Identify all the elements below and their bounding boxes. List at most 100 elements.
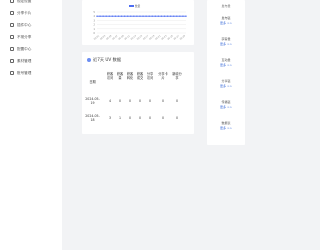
right-panel-item-name: 分享链 [221,79,231,83]
sidebar-item-label: 配置中心 [17,46,32,51]
uv-table-cell: 2024-05-18 [85,114,100,122]
uv-header-cell: 获客成交 [136,72,144,80]
trend-chart: 54321005-01 05-03 05-05 05-07 05-09 05-11 05-1… [93,10,187,41]
more-link[interactable]: 更多 >> [207,105,245,109]
right-panel-item: 数据表 更多 >> [207,121,245,130]
right-panel-item: 发布链 更多 >> [207,16,245,25]
data-point [130,15,132,17]
data-point [136,15,138,17]
uv-header-cell: 获客访问 [106,72,114,80]
right-panel-item-name: 传播链 [221,100,231,104]
data-point [114,15,117,17]
data-point [99,15,101,17]
uv-table-cell: 0 [161,116,165,120]
uv-table-cell: 0 [118,99,122,103]
right-panel-item-name: 数据表 [221,121,231,125]
data-point [142,15,144,17]
right-panel-item-name: 发布链 [221,16,231,20]
right-panel-item: 传播链 更多 >> [207,100,245,109]
data-point [108,15,110,17]
uv-table-cell: 0 [128,116,132,120]
right-panel-item: 分享链 更多 >> [207,79,245,88]
sidebar-item[interactable]: 规定设置 [10,0,31,5]
data-point [145,15,147,17]
uv-table-cell: 0 [148,99,152,103]
uv-table-cell: 0 [161,99,165,103]
data-point [133,15,135,17]
menu-icon [10,59,14,63]
uv-header-cell: 分享访问 [146,72,154,80]
data-point [105,15,107,17]
right-panel-top-text: 发布量 [221,4,231,8]
data-point [166,15,169,17]
sidebar-item[interactable]: 分享卡片 [10,9,31,17]
uv-header-cell: 获客转化 [126,72,134,80]
sidebar-item[interactable]: 素材管理 [10,57,31,65]
sidebar-item[interactable]: 插件中心 [10,21,31,29]
uv-title: 近7天 UV 数据 [87,57,121,63]
uv-card: 近7天 UV 数据 日期 获客访问 获客量 获客转化 获客成交 分享访问 分享卡片 新增分享 2… [82,52,194,134]
data-point [176,15,178,17]
data-point [182,15,184,17]
data-point [154,15,157,17]
uv-header-cell: 日期 [89,80,96,84]
right-panel-top: 发布量 [207,4,245,8]
sidebar-item-label: 素材管理 [17,58,32,63]
data-point [126,15,129,17]
uv-table-cell: 3 [108,116,112,120]
sidebar-item-label: 规定设置 [17,0,32,3]
y-tick-label: 4 [93,14,95,18]
uv-table-cell: 0 [138,116,142,120]
uv-table-cell: 0 [175,99,179,103]
sidebar-item-label: 插件中心 [17,22,32,27]
more-link[interactable]: 更多 >> [207,21,245,25]
menu-icon [10,0,14,3]
data-point [163,15,166,17]
uv-table-cell: 2024-05-19 [85,97,100,105]
uv-header-cell: 获客量 [116,72,124,80]
sidebar-item[interactable]: 账号管理 [10,69,31,77]
data-point [173,15,175,17]
y-tick-label: 3 [93,18,95,22]
data-point [185,15,187,17]
data-point [117,15,120,17]
sidebar-item[interactable]: 不常分享 [10,33,31,41]
menu-icon [10,35,14,39]
chart-icon [87,58,91,62]
right-panel-item: 互动量 更多 >> [207,58,245,67]
sidebar-item-label: 账号管理 [17,70,32,75]
uv-header-cell: 分享卡片 [158,72,168,80]
y-tick-label: 2 [93,23,95,27]
right-panel: 发布量 发布链 更多 >> 获客量 更多 >> 互动量 更多 >> 分享链 更多 >> 传播链更… [207,0,245,145]
data-point [96,15,98,17]
right-panel-item-name: 互动量 [221,58,231,62]
more-link[interactable]: 更多 >> [207,42,245,46]
uv-table-cell: 0 [128,99,132,103]
y-tick-label: 5 [93,10,95,14]
trend-chart-card: 数量 5 4 3 2 1 0 05-01 05-03 05-05 05-07 05-09 05-11 0… [82,0,194,45]
uv-table-cell: 4 [108,99,112,103]
more-link[interactable]: 更多 >> [207,126,245,130]
x-tick-label: 05-29 [179,34,186,41]
right-panel-item-name: 获客量 [221,37,231,41]
menu-icon [10,23,14,27]
data-point [111,15,114,17]
data-point [179,15,181,17]
more-link[interactable]: 更多 >> [207,63,245,67]
uv-table-cell: 0 [148,116,152,120]
sidebar: 规定设置分享卡片插件中心不常分享配置中心素材管理账号管理 [0,0,62,250]
sidebar-item[interactable]: 配置中心 [10,45,31,53]
data-point [151,15,153,17]
menu-icon [10,47,14,51]
uv-table-cell: 0 [175,116,179,120]
sidebar-item-label: 分享卡片 [17,10,32,15]
right-panel-item: 获客量 更多 >> [207,37,245,46]
data-point [169,15,172,17]
more-link[interactable]: 更多 >> [207,84,245,88]
data-point [139,15,141,17]
uv-title-text: 近7天 UV 数据 [93,57,122,62]
menu-icon [10,11,14,15]
data-point [160,15,163,17]
uv-header-cell: 新增分享 [172,72,182,80]
data-point [157,15,160,17]
